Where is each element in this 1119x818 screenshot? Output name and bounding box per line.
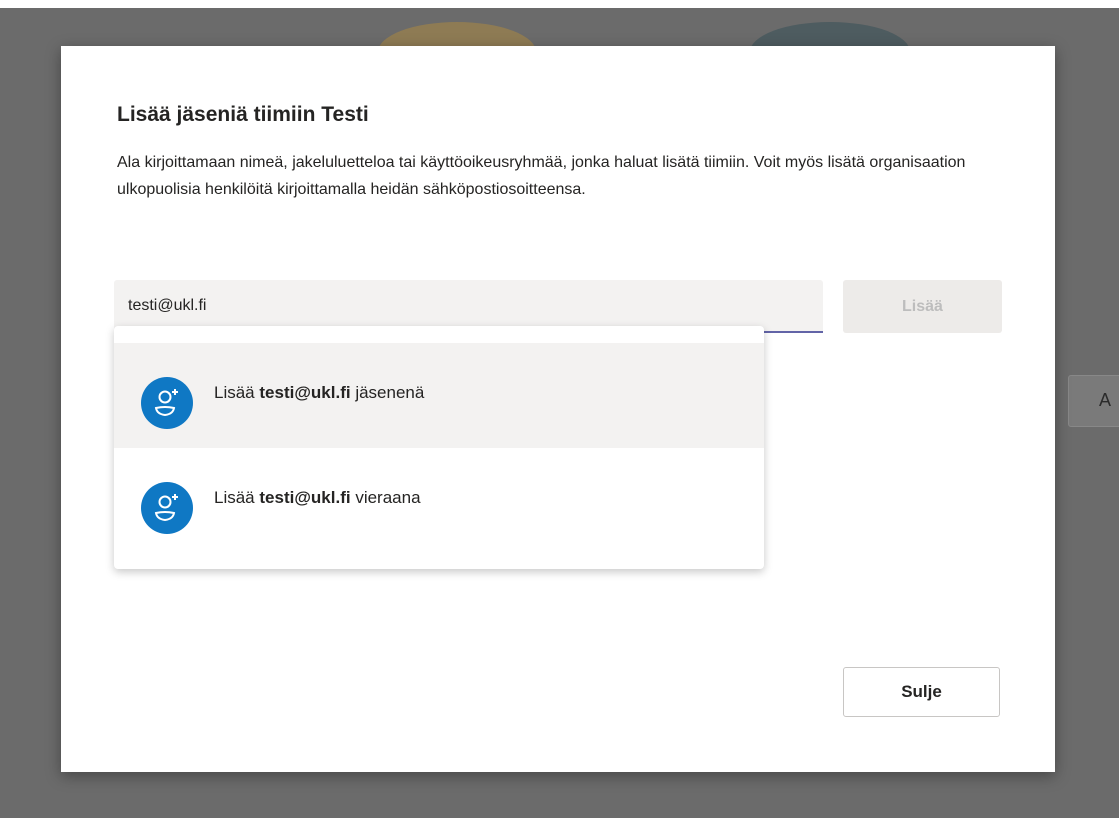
background-top-strip xyxy=(0,0,1119,8)
suggestion-add-as-member[interactable]: Lisää testi@ukl.fi jäsenenä xyxy=(114,343,764,448)
suggestion-label: Lisää testi@ukl.fi jäsenenä xyxy=(214,383,425,402)
background-button: A xyxy=(1068,375,1119,427)
add-members-dialog: Lisää jäseniä tiimiin Testi Ala kirjoitt… xyxy=(61,46,1055,772)
add-button[interactable]: Lisää xyxy=(843,280,1002,333)
background-button-label: A xyxy=(1099,390,1112,410)
dialog-title: Lisää jäseniä tiimiin Testi xyxy=(117,103,369,126)
add-person-icon xyxy=(141,482,193,534)
add-person-icon xyxy=(141,377,193,429)
member-search-input[interactable] xyxy=(128,280,788,331)
suggestion-label: Lisää testi@ukl.fi vieraana xyxy=(214,488,421,507)
suggestion-dropdown: Lisää testi@ukl.fi jäsenenä Lisää testi@… xyxy=(114,326,764,569)
dialog-description: Ala kirjoittamaan nimeä, jakeluluetteloa… xyxy=(117,154,966,198)
close-button[interactable]: Sulje xyxy=(843,667,1000,717)
suggestion-add-as-guest[interactable]: Lisää testi@ukl.fi vieraana xyxy=(114,448,764,553)
